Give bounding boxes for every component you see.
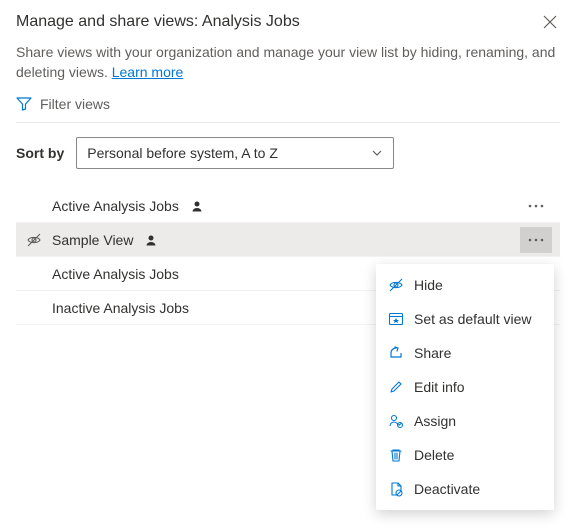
menu-item-hide[interactable]: Hide bbox=[376, 268, 554, 302]
menu-item-label: Hide bbox=[414, 277, 443, 293]
hide-icon bbox=[388, 277, 404, 293]
more-actions-button[interactable] bbox=[520, 193, 552, 219]
view-name-text: Active Analysis Jobs bbox=[52, 198, 179, 214]
chevron-down-icon bbox=[371, 147, 383, 159]
more-actions-button[interactable] bbox=[520, 227, 552, 253]
assign-icon bbox=[388, 413, 404, 429]
personal-view-icon bbox=[145, 234, 157, 246]
sort-by-value: Personal before system, A to Z bbox=[87, 145, 278, 161]
learn-more-link[interactable]: Learn more bbox=[112, 64, 184, 80]
more-horizontal-icon bbox=[528, 204, 544, 208]
view-name: Active Analysis Jobs bbox=[52, 198, 520, 214]
menu-item-delete[interactable]: Delete bbox=[376, 438, 554, 472]
hidden-indicator-slot bbox=[16, 232, 52, 248]
menu-item-assign[interactable]: Assign bbox=[376, 404, 554, 438]
menu-item-default[interactable]: Set as default view bbox=[376, 302, 554, 336]
filter-icon bbox=[16, 96, 32, 112]
hidden-eye-icon bbox=[26, 232, 42, 248]
share-icon bbox=[388, 345, 404, 361]
menu-item-label: Delete bbox=[414, 447, 454, 463]
menu-item-deactivate[interactable]: Deactivate bbox=[376, 472, 554, 506]
menu-item-label: Deactivate bbox=[414, 481, 480, 497]
view-name-text: Sample View bbox=[52, 232, 133, 248]
dialog-title: Manage and share views: Analysis Jobs bbox=[16, 13, 300, 31]
context-menu: Hide Set as default view Share Edit info Ass… bbox=[376, 264, 554, 510]
menu-item-share[interactable]: Share bbox=[376, 336, 554, 370]
edit-icon bbox=[388, 379, 404, 395]
menu-item-label: Set as default view bbox=[414, 311, 532, 327]
view-row[interactable]: Sample View bbox=[16, 223, 560, 257]
view-row[interactable]: Active Analysis Jobs bbox=[16, 189, 560, 223]
filter-views-button[interactable]: Filter views bbox=[16, 96, 560, 112]
personal-view-icon bbox=[191, 200, 203, 212]
menu-item-edit[interactable]: Edit info bbox=[376, 370, 554, 404]
close-icon bbox=[543, 15, 557, 29]
view-name: Sample View bbox=[52, 232, 520, 248]
filter-views-label: Filter views bbox=[40, 96, 110, 112]
dialog-description: Share views with your organization and m… bbox=[16, 42, 560, 82]
sort-by-dropdown[interactable]: Personal before system, A to Z bbox=[76, 137, 394, 169]
default-icon bbox=[388, 311, 404, 327]
deactivate-icon bbox=[388, 481, 404, 497]
menu-item-label: Assign bbox=[414, 413, 456, 429]
menu-item-label: Edit info bbox=[414, 379, 465, 395]
delete-icon bbox=[388, 447, 404, 463]
close-button[interactable] bbox=[540, 12, 560, 32]
menu-item-label: Share bbox=[414, 345, 451, 361]
sort-by-label: Sort by bbox=[16, 145, 64, 161]
description-text: Share views with your organization and m… bbox=[16, 44, 555, 80]
more-horizontal-icon bbox=[528, 238, 544, 242]
divider bbox=[16, 122, 560, 123]
